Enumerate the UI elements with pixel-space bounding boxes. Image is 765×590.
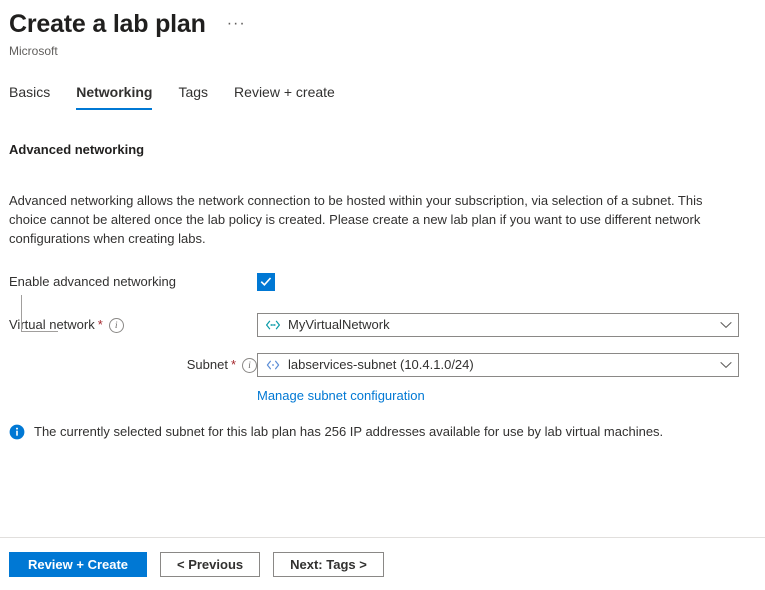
title-row: Create a lab plan ··· — [9, 9, 765, 39]
subnet-label: Subnet — [187, 356, 228, 374]
previous-button[interactable]: < Previous — [160, 552, 260, 577]
tab-tags[interactable]: Tags — [165, 81, 221, 110]
checkmark-icon — [260, 276, 272, 288]
link-spacer — [9, 387, 257, 405]
section-heading-advanced-networking: Advanced networking — [9, 141, 756, 159]
manage-subnet-configuration-link[interactable]: Manage subnet configuration — [257, 387, 425, 405]
footer-divider — [0, 537, 765, 538]
form-row-subnet: Subnet * i labservices-subnet (10.4.1.0/… — [9, 353, 756, 377]
page-title: Create a lab plan — [9, 9, 206, 39]
subnet-info-message: The currently selected subnet for this l… — [9, 423, 756, 441]
footer-actions: Review + Create < Previous Next: Tags > — [9, 552, 384, 577]
virtual-network-label: Virtual network — [9, 316, 95, 334]
enable-advanced-networking-label: Enable advanced networking — [9, 273, 176, 291]
subnet-label-cell: Subnet * i — [9, 356, 257, 374]
tab-basics[interactable]: Basics — [9, 81, 63, 110]
virtual-network-dropdown[interactable]: MyVirtualNetwork — [257, 313, 739, 337]
enable-advanced-networking-label-cell: Enable advanced networking — [9, 273, 257, 291]
form-row-virtual-network: Virtual network * i MyVirtualNetwork — [9, 313, 756, 337]
virtual-network-icon — [265, 319, 281, 331]
tab-bar: Basics Networking Tags Review + create — [0, 81, 765, 110]
networking-form: Enable advanced networking Virtual netwo… — [9, 270, 756, 405]
form-row-enable-advanced-networking: Enable advanced networking — [9, 270, 756, 294]
info-filled-icon — [9, 424, 25, 440]
ellipsis-horizontal-icon[interactable]: ··· — [224, 17, 249, 31]
subnet-icon — [265, 359, 281, 371]
subnet-dropdown[interactable]: labservices-subnet (10.4.1.0/24) — [257, 353, 739, 377]
enable-advanced-networking-checkbox[interactable] — [257, 273, 275, 291]
tab-review-create[interactable]: Review + create — [221, 81, 348, 110]
chevron-down-icon — [720, 361, 732, 369]
virtual-network-info-icon[interactable]: i — [109, 318, 124, 333]
virtual-network-value: MyVirtualNetwork — [288, 316, 714, 334]
tab-networking[interactable]: Networking — [63, 81, 165, 110]
page-subtitle: Microsoft — [9, 43, 765, 59]
next-tags-button[interactable]: Next: Tags > — [273, 552, 384, 577]
virtual-network-label-cell: Virtual network * i — [9, 316, 257, 334]
manage-subnet-link-row: Manage subnet configuration — [9, 387, 756, 405]
subnet-required-marker: * — [231, 356, 236, 374]
section-description: Advanced networking allows the network c… — [9, 191, 715, 248]
chevron-down-icon — [720, 321, 732, 329]
page-header: Create a lab plan ··· Microsoft — [0, 0, 765, 59]
virtual-network-required-marker: * — [98, 316, 103, 334]
main-content: Advanced networking Advanced networking … — [0, 141, 765, 441]
review-create-button[interactable]: Review + Create — [9, 552, 147, 577]
subnet-info-message-text: The currently selected subnet for this l… — [34, 423, 663, 441]
subnet-info-icon[interactable]: i — [242, 358, 257, 373]
subnet-value: labservices-subnet (10.4.1.0/24) — [288, 356, 714, 374]
